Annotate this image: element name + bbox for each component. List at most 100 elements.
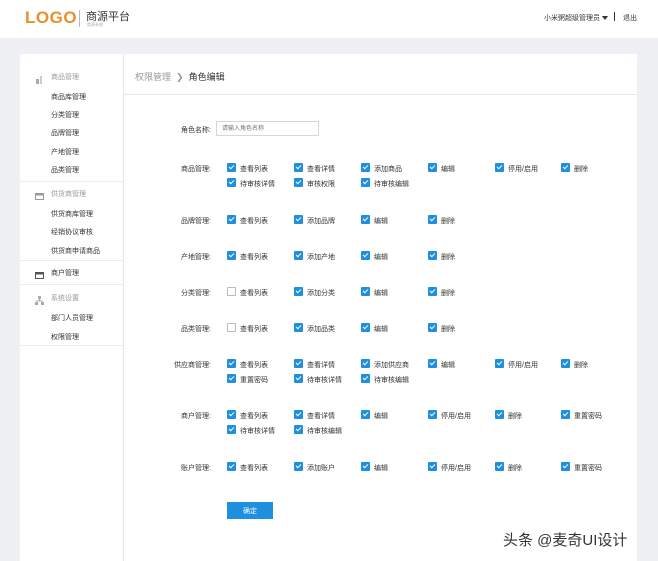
sidebar-item[interactable]: 供货商申请商品 [51, 246, 100, 256]
checkbox-checked-icon[interactable] [294, 425, 303, 434]
sidebar-group-2[interactable]: 供货商管理 [20, 182, 124, 204]
sidebar-item[interactable]: 部门人员管理 [51, 313, 93, 323]
permission-label: 待审核编辑 [374, 377, 409, 384]
permission-label: 停用/启用 [508, 362, 538, 369]
permission-group-label: 商品管理: [181, 166, 211, 173]
sidebar-group-label: 商品管理 [51, 74, 79, 81]
checkbox-checked-icon[interactable] [495, 410, 504, 419]
sidebar-item[interactable]: 品牌管理 [51, 128, 79, 138]
breadcrumb-parent[interactable]: 权限管理 [135, 72, 171, 82]
checkbox-checked-icon[interactable] [227, 359, 236, 368]
checkbox-checked-icon[interactable] [294, 178, 303, 187]
permission-label: 待审核编辑 [374, 181, 409, 188]
permission-label: 审核权限 [307, 181, 335, 188]
sidebar-group-label: 供货商管理 [51, 191, 86, 198]
permission-label: 添加品类 [307, 326, 335, 333]
checkbox-checked-icon[interactable] [361, 323, 370, 332]
checkbox-checked-icon[interactable] [561, 410, 570, 419]
sidebar-group-3[interactable]: 商户管理 [20, 261, 124, 283]
permission-label: 删除 [508, 465, 522, 472]
permission-group-label: 供应商管理: [174, 362, 211, 369]
checkbox-checked-icon[interactable] [495, 359, 504, 368]
user-menu[interactable]: 小米粥超级管理员 [544, 13, 608, 23]
permission-label: 编辑 [374, 413, 388, 420]
checkbox-checked-icon[interactable] [361, 178, 370, 187]
checkbox-checked-icon[interactable] [361, 359, 370, 368]
header-divider [124, 94, 637, 95]
sidebar-item[interactable]: 分类管理 [51, 110, 79, 120]
sidebar-item[interactable]: 经销协议审核 [51, 227, 93, 237]
permission-label: 待审核编辑 [307, 428, 342, 435]
checkbox-checked-icon[interactable] [428, 215, 437, 224]
checkbox-checked-icon[interactable] [294, 374, 303, 383]
checkbox-checked-icon[interactable] [227, 163, 236, 172]
checkbox-checked-icon[interactable] [361, 410, 370, 419]
checkbox-checked-icon[interactable] [428, 163, 437, 172]
checkbox-checked-icon[interactable] [294, 462, 303, 471]
checkbox-checked-icon[interactable] [361, 163, 370, 172]
checkbox-checked-icon[interactable] [294, 163, 303, 172]
sidebar-item[interactable]: 权限管理 [51, 332, 79, 342]
checkbox-unchecked-icon[interactable] [227, 323, 236, 332]
sidebar-item[interactable]: 供货商库管理 [51, 209, 93, 219]
checkbox-checked-icon[interactable] [561, 163, 570, 172]
checkbox-unchecked-icon[interactable] [227, 287, 236, 296]
permission-label: 重置密码 [574, 465, 602, 472]
checkbox-checked-icon[interactable] [361, 374, 370, 383]
checkbox-checked-icon[interactable] [361, 251, 370, 260]
checkbox-checked-icon[interactable] [227, 374, 236, 383]
checkbox-checked-icon[interactable] [428, 359, 437, 368]
role-name-input[interactable] [216, 121, 319, 136]
breadcrumb-current: 角色编辑 [188, 72, 225, 82]
sidebar-item[interactable]: 商品库管理 [51, 92, 86, 102]
checkbox-checked-icon[interactable] [428, 462, 437, 471]
checkbox-checked-icon[interactable] [227, 462, 236, 471]
permission-label: 编辑 [374, 326, 388, 333]
checkbox-checked-icon[interactable] [428, 251, 437, 260]
sidebar-item[interactable]: 品类管理 [51, 165, 79, 175]
checkbox-checked-icon[interactable] [561, 462, 570, 471]
checkbox-checked-icon[interactable] [227, 410, 236, 419]
logout-link[interactable]: 退出 [623, 13, 637, 23]
checkbox-checked-icon[interactable] [294, 359, 303, 368]
checkbox-checked-icon[interactable] [495, 163, 504, 172]
caret-down-icon [602, 16, 608, 21]
main-panel: 权限管理❯角色编辑 角色名称: 确定 商品管理:查看列表查看详情添加商品编辑停用… [124, 54, 637, 561]
permission-label: 查看详情 [307, 413, 335, 420]
checkbox-checked-icon[interactable] [428, 323, 437, 332]
checkbox-checked-icon[interactable] [495, 462, 504, 471]
checkbox-checked-icon[interactable] [294, 251, 303, 260]
permission-label: 查看列表 [240, 290, 268, 297]
header-divider [614, 12, 615, 21]
checkbox-checked-icon[interactable] [361, 287, 370, 296]
sidebar-group-1[interactable]: 商品管理 [20, 65, 124, 87]
sidebar-group-label: 商户管理 [51, 270, 79, 277]
checkbox-checked-icon[interactable] [227, 178, 236, 187]
checkbox-checked-icon[interactable] [428, 410, 437, 419]
checkbox-checked-icon[interactable] [361, 462, 370, 471]
submit-button[interactable]: 确定 [227, 502, 273, 519]
permission-label: 添加商品 [374, 166, 402, 173]
checkbox-checked-icon[interactable] [294, 287, 303, 296]
logo: LOGO [25, 8, 78, 27]
checkbox-checked-icon[interactable] [428, 287, 437, 296]
sidebar-group-label: 系统设置 [51, 295, 79, 302]
permission-label: 停用/启用 [508, 166, 538, 173]
logo-divider [79, 10, 80, 27]
permission-label: 删除 [441, 218, 455, 225]
permission-label: 添加账户 [307, 465, 335, 472]
checkbox-checked-icon[interactable] [561, 359, 570, 368]
permission-label: 删除 [574, 166, 588, 173]
checkbox-checked-icon[interactable] [361, 215, 370, 224]
permission-label: 查看列表 [240, 254, 268, 261]
checkbox-checked-icon[interactable] [227, 215, 236, 224]
checkbox-checked-icon[interactable] [227, 425, 236, 434]
permission-group-label: 品类管理: [181, 326, 211, 333]
checkbox-checked-icon[interactable] [227, 251, 236, 260]
checkbox-checked-icon[interactable] [294, 215, 303, 224]
checkbox-checked-icon[interactable] [294, 323, 303, 332]
checkbox-checked-icon[interactable] [294, 410, 303, 419]
sidebar-group-4[interactable]: 系统设置 [20, 286, 124, 308]
permission-label: 编辑 [441, 166, 455, 173]
sidebar-item[interactable]: 产地管理 [51, 147, 79, 157]
